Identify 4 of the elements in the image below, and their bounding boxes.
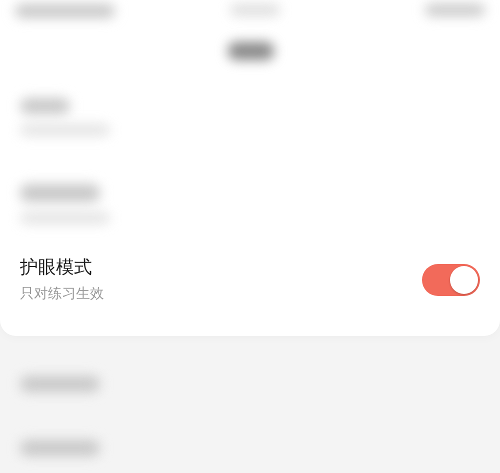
toggle-switch[interactable]: [422, 264, 480, 296]
setting-title: 护眼模式: [20, 257, 93, 279]
setting-description: 只对练习生效: [20, 285, 104, 303]
blurred-text: [228, 42, 274, 60]
